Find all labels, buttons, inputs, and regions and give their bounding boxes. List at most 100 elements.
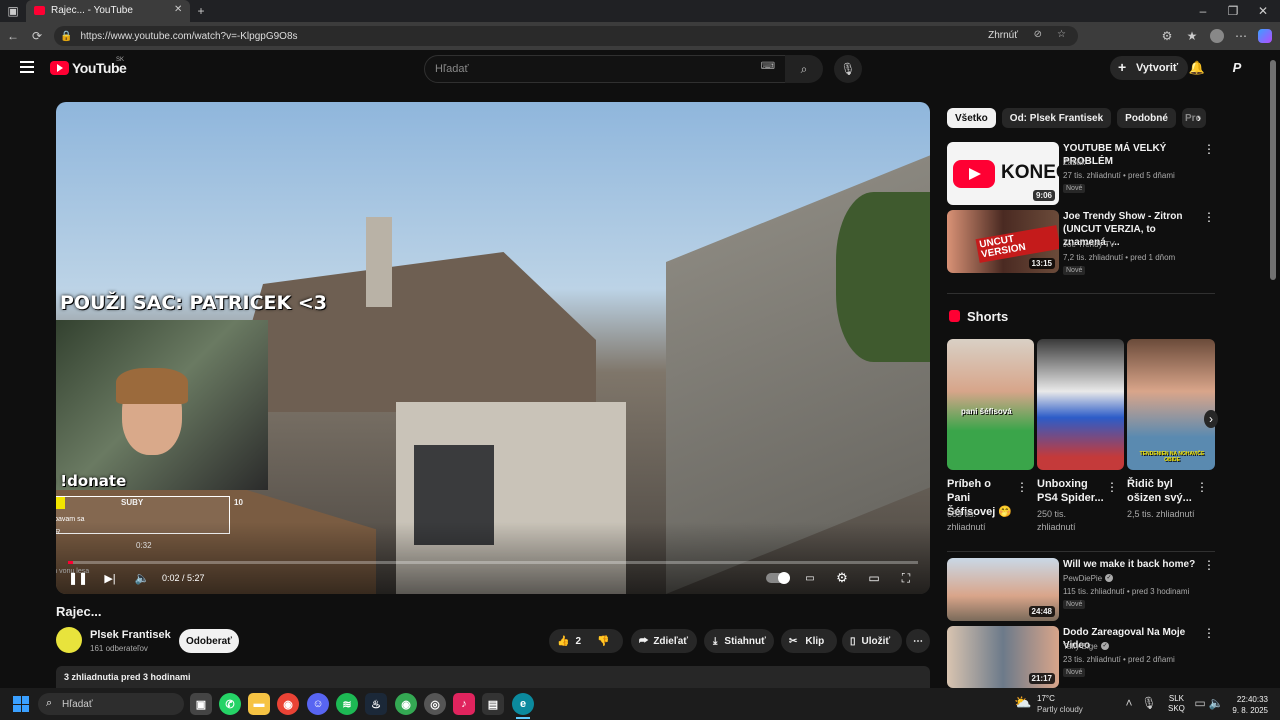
close-tab-icon[interactable]: ✕ xyxy=(174,4,182,15)
settings-gear-icon[interactable]: ⚙ xyxy=(834,570,850,586)
next-icon[interactable]: ▶| xyxy=(102,570,118,586)
fullscreen-icon[interactable]: ⛶ xyxy=(898,570,914,586)
url-bar[interactable]: 🔒 https://www.youtube.com/watch?v=-Klpgp… xyxy=(54,26,1078,46)
short-options-icon[interactable]: ⋮ xyxy=(1196,480,1208,494)
page-scrollbar[interactable] xyxy=(1268,50,1278,688)
short-title[interactable]: Řidič byl ošizen svý... xyxy=(1127,477,1197,505)
more-menu-icon[interactable]: ⋯ xyxy=(1234,29,1248,43)
search-input[interactable]: Hľadať ⌨ xyxy=(424,55,786,83)
notifications-bell-icon[interactable]: 🔔 xyxy=(1189,60,1205,76)
summarize-label[interactable]: Zhrnúť xyxy=(988,30,1018,41)
spotify-icon[interactable]: ≋ xyxy=(336,693,358,715)
favorites-icon[interactable]: ★ xyxy=(1185,29,1199,43)
more-actions-icon[interactable]: ⋯ xyxy=(906,629,930,653)
clock[interactable]: 22:40:33 9. 8. 2025 xyxy=(1230,694,1268,716)
search-button[interactable]: ⌕ xyxy=(785,55,823,83)
task-view-icon[interactable]: ▣ xyxy=(190,693,212,715)
share-button[interactable]: ⮫ Zdieľať xyxy=(631,629,697,653)
scrollbar-thumb[interactable] xyxy=(1270,60,1276,280)
profile-avatar[interactable] xyxy=(1210,29,1224,43)
short-thumbnail[interactable]: TENDENIEN NA NOHAVIČE OBIDE xyxy=(1127,339,1215,470)
weather-icon[interactable]: ⛅ xyxy=(1014,694,1031,711)
chips-next-icon[interactable]: › xyxy=(1192,111,1206,125)
subtitles-icon[interactable]: ▭ xyxy=(802,570,818,586)
video-options-icon[interactable]: ⋮ xyxy=(1203,142,1215,156)
short-thumbnail[interactable]: pani šéfisová xyxy=(947,339,1034,470)
tiktok-icon[interactable]: ♪ xyxy=(453,693,475,715)
download-button[interactable]: ⤓ Stiahnuť xyxy=(704,629,774,653)
create-button[interactable]: + Vytvoriť xyxy=(1110,56,1188,80)
steam-icon[interactable]: ♨ xyxy=(365,693,387,715)
video-options-icon[interactable]: ⋮ xyxy=(1203,210,1215,224)
short-options-icon[interactable]: ⋮ xyxy=(1016,480,1028,494)
clip-label: Klip xyxy=(805,635,825,647)
discord-icon[interactable]: ☺ xyxy=(307,693,329,715)
chrome-profile-icon[interactable]: ◉ xyxy=(395,693,417,715)
channel-name[interactable]: Žabák xyxy=(1063,157,1085,168)
maximize-icon[interactable]: ❐ xyxy=(1226,3,1240,19)
short-options-icon[interactable]: ⋮ xyxy=(1106,480,1118,494)
extensions-icon[interactable]: ⚙ xyxy=(1160,29,1174,43)
edge-icon[interactable]: e xyxy=(512,693,534,715)
back-icon[interactable]: ← xyxy=(6,29,20,43)
theater-mode-icon[interactable]: ▭ xyxy=(866,570,882,586)
account-avatar[interactable]: P xyxy=(1229,60,1245,76)
windows-start-icon[interactable] xyxy=(13,696,29,712)
video-player[interactable]: POUŽI SAC: PATRICEK <3 !blerp !donate SU… xyxy=(56,102,930,594)
shorts-next-icon[interactable]: › xyxy=(1204,410,1218,428)
volume-tray-icon[interactable]: 🔈 xyxy=(1209,696,1224,710)
short-title[interactable]: Unboxing PS4 Spider... xyxy=(1037,477,1107,505)
reload-icon[interactable]: ⟳ xyxy=(30,29,44,43)
video-options-icon[interactable]: ⋮ xyxy=(1203,558,1215,572)
file-explorer-icon[interactable]: ▬ xyxy=(248,693,270,715)
video-thumbnail[interactable]: KONEC 9:06 xyxy=(947,142,1059,205)
copilot-icon[interactable] xyxy=(1258,29,1272,43)
minimize-icon[interactable]: – xyxy=(1196,3,1210,19)
app-icon[interactable]: ▤ xyxy=(482,693,504,715)
video-options-icon[interactable]: ⋮ xyxy=(1203,626,1215,640)
autoplay-toggle[interactable] xyxy=(766,572,790,584)
new-tab-icon[interactable]: + xyxy=(194,3,208,19)
save-button[interactable]: ▯ Uložiť xyxy=(842,629,902,653)
chrome-icon[interactable]: ◉ xyxy=(277,693,299,715)
favorite-star-icon[interactable]: ☆ xyxy=(1057,29,1066,40)
chip-from-channel[interactable]: Od: Plsek Frantisek xyxy=(1001,108,1112,128)
channel-name[interactable]: Joe Trendy TV xyxy=(1063,239,1115,250)
language-indicator[interactable]: SLK SKQ xyxy=(1168,694,1185,714)
keyboard-icon[interactable]: ⌨ xyxy=(761,61,775,72)
video-thumbnail[interactable]: UNCUT VERSION 13:15 xyxy=(947,210,1059,273)
tab-actions-icon[interactable]: ▣ xyxy=(6,4,20,18)
progress-bar[interactable] xyxy=(68,561,918,564)
chip-related[interactable]: Podobné xyxy=(1117,108,1176,128)
channel-name[interactable]: Taky Bige xyxy=(1063,641,1098,652)
tray-chevron-icon[interactable]: ˄ xyxy=(1124,696,1134,710)
short-thumbnail[interactable] xyxy=(1037,339,1124,470)
volume-icon[interactable]: 🔈 xyxy=(134,570,150,586)
channel-avatar[interactable] xyxy=(56,627,82,653)
chip-all[interactable]: Všetko xyxy=(947,108,996,128)
pause-icon[interactable]: ❚❚ xyxy=(68,570,88,586)
browser-tab[interactable]: Rajec... - YouTube ✕ xyxy=(26,0,190,22)
description-box[interactable]: 3 zhliadnutia pred 3 hodinami xyxy=(56,666,930,688)
obs-icon[interactable]: ◎ xyxy=(424,693,446,715)
video-thumbnail[interactable]: 24:48 xyxy=(947,558,1059,621)
taskbar-search[interactable]: ⌕ Hľadať xyxy=(38,693,184,715)
streamer-hair xyxy=(116,368,188,404)
video-thumbnail[interactable]: 21:17 xyxy=(947,626,1059,688)
like-icon[interactable]: 👍 xyxy=(557,636,569,647)
channel-name[interactable]: Plsek Frantisek xyxy=(90,629,171,641)
translate-icon[interactable]: ⊘ xyxy=(1034,29,1042,40)
whatsapp-icon[interactable]: ✆ xyxy=(219,693,241,715)
close-window-icon[interactable]: ✕ xyxy=(1256,3,1270,19)
new-badge: Nové xyxy=(1063,266,1086,275)
network-icon[interactable]: ▭ xyxy=(1194,696,1206,710)
channel-name[interactable]: PewDiePie xyxy=(1063,573,1102,584)
dislike-icon[interactable]: 👎 xyxy=(597,636,609,647)
hamburger-menu-icon[interactable] xyxy=(20,61,34,73)
subscribe-button[interactable]: Odoberať xyxy=(179,629,239,653)
voice-search-button[interactable]: 🎙 xyxy=(834,55,862,83)
microphone-tray-icon[interactable]: 🎙 xyxy=(1141,696,1156,710)
video-title-link[interactable]: Will we make it back home? xyxy=(1063,558,1203,571)
clip-button[interactable]: ✂ Klip xyxy=(781,629,837,653)
youtube-logo-icon[interactable] xyxy=(50,61,69,75)
